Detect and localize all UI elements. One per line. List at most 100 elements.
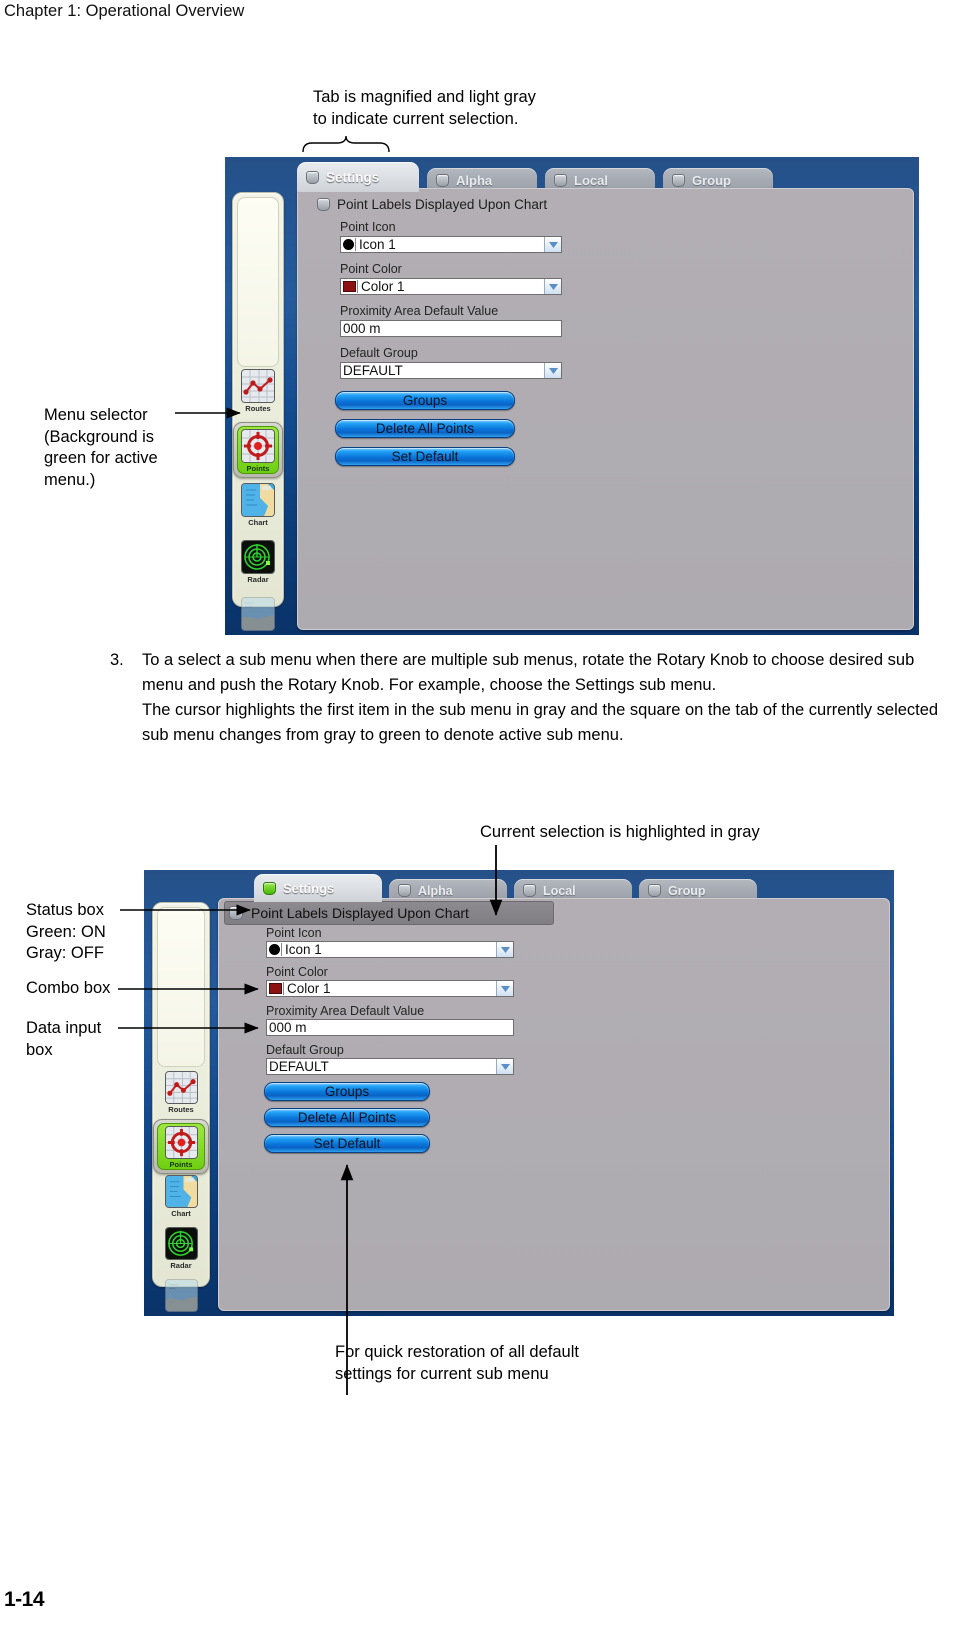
device-screenshot-1: Settings Alpha Local Group Routes Points… (225, 157, 919, 635)
data-input-box[interactable]: 000 m (340, 320, 562, 337)
combo-box[interactable]: Icon 1 (266, 941, 514, 958)
field-label: Point Icon (266, 926, 322, 940)
point-icon-swatch (269, 944, 280, 955)
field-value: Icon 1 (359, 237, 396, 252)
button-label: Delete All Points (297, 1110, 397, 1125)
field-value: Color 1 (287, 981, 331, 996)
step-number: 3. (110, 651, 124, 669)
menu-selector-rail-1[interactable]: Routes Points Chart Radar (232, 192, 284, 631)
routes-icon[interactable] (241, 369, 275, 403)
section-header-1[interactable]: Point Labels Displayed Upon Chart (317, 195, 547, 213)
combo-box[interactable]: DEFAULT (340, 362, 562, 379)
button-label: Groups (402, 393, 448, 408)
chapter-header: Chapter 1: Operational Overview (4, 2, 245, 20)
set-default-button[interactable]: Set Default (335, 447, 515, 466)
annotation-combo-box: Combo box (26, 979, 111, 997)
points-icon[interactable] (164, 1126, 198, 1159)
field-value: 000 m (269, 1020, 307, 1035)
field-label: Point Icon (340, 220, 396, 234)
menu-selector-rail-2[interactable]: Routes Points Chart Radar (152, 902, 210, 1312)
rail-item-routes[interactable]: Routes (153, 1071, 209, 1114)
chevron-down-icon[interactable] (544, 279, 561, 294)
annotation-data-input-box: Data input box (26, 1019, 102, 1059)
tab-label: Group (692, 172, 731, 188)
button-label: Groups (324, 1084, 370, 1099)
tab-label: Local (574, 172, 608, 188)
section-header-label-2: Point Labels Displayed Upon Chart (251, 905, 469, 921)
chevron-down-icon[interactable] (496, 981, 513, 996)
field-label: Proximity Area Default Value (266, 1004, 425, 1018)
content-pane-2 (218, 898, 890, 1311)
rail-blank-area-2 (157, 907, 205, 1067)
field-label: Point Color (266, 965, 328, 979)
rail-item-chart[interactable]: Chart (233, 483, 283, 527)
map-icon[interactable] (164, 1279, 198, 1312)
status-box-icon[interactable] (317, 197, 330, 211)
rail-item-radar[interactable]: Radar (153, 1227, 209, 1270)
annotation-current-selection: Current selection is highlighted in gray (480, 823, 760, 841)
rail-item-label: Points (169, 1160, 193, 1169)
chevron-down-icon[interactable] (544, 363, 561, 378)
field-label: Default Group (340, 346, 418, 360)
rail-item-label: Radar (247, 575, 269, 584)
status-box-icon-2[interactable] (229, 906, 243, 920)
rail-item-points[interactable]: Points (233, 422, 283, 478)
tab-status-box-local (554, 173, 567, 187)
field-label: Point Color (340, 262, 402, 276)
page-number: 1-14 (4, 1588, 45, 1611)
delete-all-points-button[interactable]: Delete All Points (335, 419, 515, 438)
tab-label: Local (543, 883, 576, 898)
rail-item-routes[interactable]: Routes (233, 369, 283, 413)
tab-label: Alpha (456, 172, 493, 188)
groups-button[interactable]: Groups (335, 391, 515, 410)
point-icon-swatch (343, 239, 354, 250)
tab-status-box-group (648, 884, 661, 897)
chart-icon[interactable] (241, 483, 275, 517)
tab-label: Settings (326, 169, 380, 185)
combo-box[interactable]: Color 1 (340, 278, 562, 295)
groups-button[interactable]: Groups (264, 1082, 430, 1101)
tab-status-box-group (672, 173, 685, 187)
points-icon[interactable] (241, 429, 275, 463)
radar-icon[interactable] (241, 540, 275, 574)
chart-icon[interactable] (164, 1175, 198, 1208)
rail-item-label: Routes (168, 1105, 194, 1114)
combo-box[interactable]: Icon 1 (340, 236, 562, 253)
delete-all-points-button[interactable]: Delete All Points (264, 1108, 430, 1127)
field-label: Default Group (266, 1043, 344, 1057)
data-input-box[interactable]: 000 m (266, 1019, 514, 1036)
tab-settings[interactable]: Settings (254, 874, 382, 902)
field-value: Color 1 (361, 279, 405, 294)
rail-item-map[interactable] (153, 1279, 209, 1313)
chevron-down-icon[interactable] (544, 237, 561, 252)
section-header-label: Point Labels Displayed Upon Chart (337, 196, 548, 212)
chevron-down-icon[interactable] (496, 1059, 513, 1074)
rail-item-label: Routes (245, 404, 271, 413)
rail-item-label: Chart (248, 518, 268, 527)
map-icon[interactable] (241, 597, 275, 631)
rail-item-label: Radar (170, 1261, 192, 1270)
rail-item-map[interactable] (233, 597, 283, 632)
chevron-down-icon[interactable] (496, 942, 513, 957)
tab-status-box-settings (306, 170, 319, 184)
rail-blank-area (237, 197, 279, 367)
point-color-swatch (269, 983, 282, 994)
set-default-button[interactable]: Set Default (264, 1134, 430, 1153)
annotation-menu-selector: Menu selector (Background is green for a… (44, 406, 158, 489)
step-paragraph-2: The cursor highlights the first item in … (142, 701, 939, 744)
tab-status-box-alpha (436, 173, 449, 187)
combo-box[interactable]: Color 1 (266, 980, 514, 997)
annotation-status-box: Status box Green: ON Gray: OFF (26, 901, 106, 962)
annotation-tab-note: Tab is magnified and light gray to indic… (313, 88, 536, 128)
field-value: DEFAULT (343, 363, 403, 378)
section-header-2[interactable]: Point Labels Displayed Upon Chart (224, 901, 554, 925)
rail-item-chart[interactable]: Chart (153, 1175, 209, 1218)
button-label: Set Default (391, 449, 459, 464)
radar-icon[interactable] (164, 1227, 198, 1260)
combo-box[interactable]: DEFAULT (266, 1058, 514, 1075)
tab-settings[interactable]: Settings (297, 162, 419, 192)
tab-label: Group (668, 883, 706, 898)
routes-icon[interactable] (164, 1071, 198, 1104)
rail-item-points[interactable]: Points (153, 1119, 209, 1174)
rail-item-radar[interactable]: Radar (233, 540, 283, 584)
